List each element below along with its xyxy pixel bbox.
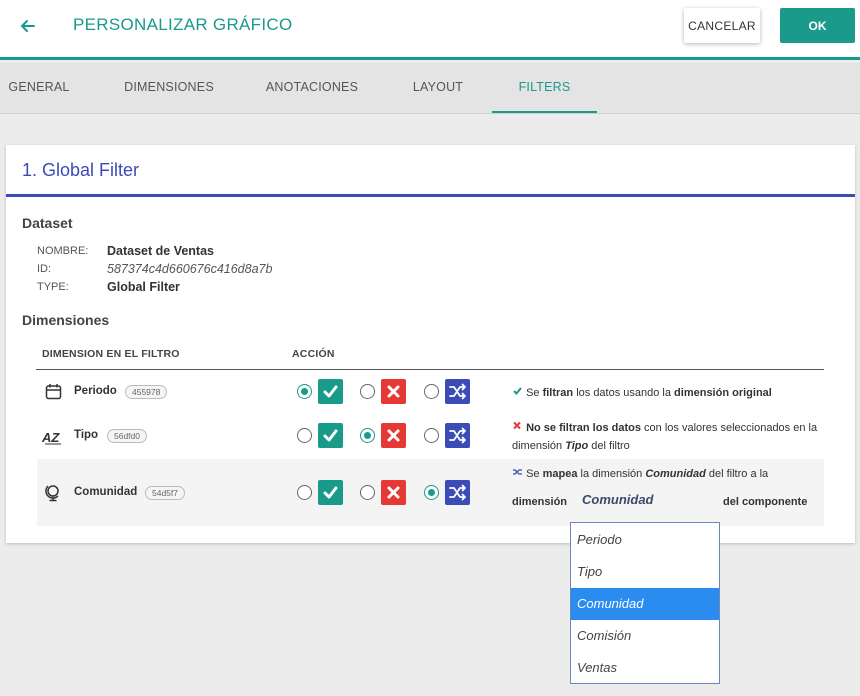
back-arrow-icon[interactable] xyxy=(18,16,38,36)
dimension-id-badge: 455978 xyxy=(125,385,168,399)
dimension-id-badge: 54d5f7 xyxy=(145,486,185,500)
cross-icon[interactable] xyxy=(381,379,406,404)
dimension-dropdown[interactable]: Periodo Tipo Comunidad Comisión Ventas xyxy=(570,522,720,684)
note-filter: Se filtran los datos usando la dimensión… xyxy=(512,384,772,402)
column-header-accion: ACCIÓN xyxy=(292,348,335,360)
nombre-value: Dataset de Ventas xyxy=(107,244,214,258)
dimensiones-heading: Dimensiones xyxy=(22,312,110,328)
check-icon[interactable] xyxy=(318,480,343,505)
card-title-rule xyxy=(6,194,855,197)
note-nofilter: No se filtran los datos con los valores … xyxy=(512,419,817,455)
dimension-name-comunidad: Comunidad xyxy=(74,486,138,498)
table-header-rule xyxy=(36,369,824,370)
cross-icon[interactable] xyxy=(381,480,406,505)
dimension-id-badge: 56dfd0 xyxy=(107,429,147,443)
note-map-component-label: del componente xyxy=(723,496,808,508)
dropdown-option-ventas[interactable]: Ventas xyxy=(571,652,719,684)
small-cross-icon xyxy=(512,419,523,437)
dimension-name-tipo: Tipo xyxy=(74,429,99,441)
globe-icon xyxy=(44,483,64,503)
note-map: Se mapea la dimensión Comunidad del filt… xyxy=(512,465,768,483)
id-value: 587374c4d660676c416d8a7b xyxy=(107,262,273,276)
type-value: Global Filter xyxy=(107,280,180,294)
radio-map-comunidad[interactable] xyxy=(424,485,439,500)
dropdown-option-comision[interactable]: Comisión xyxy=(571,620,719,652)
radio-nofilter-periodo[interactable] xyxy=(360,384,375,399)
card-title: 1. Global Filter xyxy=(22,160,140,180)
small-check-icon xyxy=(512,384,523,402)
radio-nofilter-tipo[interactable] xyxy=(360,428,375,443)
dialog-header: PERSONALIZAR GRÁFICO CANCELAR OK xyxy=(0,0,860,60)
radio-nofilter-comunidad[interactable] xyxy=(360,485,375,500)
cancel-button[interactable]: CANCELAR xyxy=(684,8,760,43)
dropdown-option-periodo[interactable]: Periodo xyxy=(571,524,719,556)
sort-az-icon: AZ xyxy=(41,427,62,447)
tab-layout[interactable]: LAYOUT xyxy=(400,63,476,113)
radio-map-tipo[interactable] xyxy=(424,428,439,443)
tab-general[interactable]: GENERAL xyxy=(0,63,78,113)
id-label: ID: xyxy=(37,263,52,275)
dialog-title: PERSONALIZAR GRÁFICO xyxy=(73,15,293,34)
nombre-label: NOMBRE: xyxy=(37,245,89,257)
check-icon[interactable] xyxy=(318,423,343,448)
calendar-icon xyxy=(44,382,64,402)
cross-icon[interactable] xyxy=(381,423,406,448)
radio-filter-tipo[interactable] xyxy=(297,428,312,443)
tab-dimensiones[interactable]: DIMENSIONES xyxy=(110,63,228,113)
svg-text:AZ: AZ xyxy=(42,430,60,445)
type-label: TYPE: xyxy=(37,281,69,293)
radio-filter-periodo[interactable] xyxy=(297,384,312,399)
radio-map-periodo[interactable] xyxy=(424,384,439,399)
tab-filters[interactable]: FILTERS xyxy=(492,63,597,113)
component-dimension-select[interactable]: Comunidad xyxy=(582,492,654,507)
shuffle-icon[interactable] xyxy=(445,379,470,404)
dataset-heading: Dataset xyxy=(22,215,73,231)
column-header-dimension: DIMENSION EN EL FILTRO xyxy=(42,348,180,360)
ok-button[interactable]: OK xyxy=(780,8,855,43)
note-map-dimension-label: dimensión xyxy=(512,496,568,508)
check-icon[interactable] xyxy=(318,379,343,404)
shuffle-icon[interactable] xyxy=(445,423,470,448)
dropdown-option-tipo[interactable]: Tipo xyxy=(571,556,719,588)
small-shuffle-icon xyxy=(512,465,523,483)
tab-bar: GENERAL DIMENSIONES ANOTACIONES LAYOUT F… xyxy=(0,63,860,114)
dimension-name-periodo: Periodo xyxy=(74,385,117,397)
tab-anotaciones[interactable]: ANOTACIONES xyxy=(252,63,372,113)
shuffle-icon[interactable] xyxy=(445,480,470,505)
radio-filter-comunidad[interactable] xyxy=(297,485,312,500)
dropdown-option-comunidad[interactable]: Comunidad xyxy=(571,588,719,620)
